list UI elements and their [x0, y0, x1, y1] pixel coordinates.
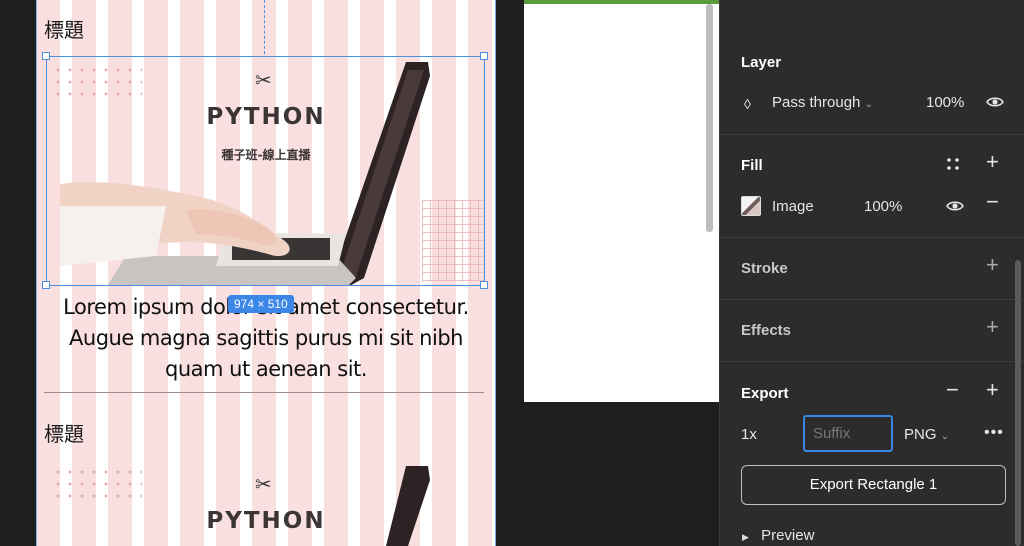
blend-mode-value: Pass through — [772, 94, 861, 111]
export-format-value: PNG — [904, 426, 937, 443]
preview-toggle[interactable]: ▶ Preview — [742, 527, 814, 544]
laptop-hands-photo — [60, 62, 430, 286]
laptop-photo — [386, 466, 430, 546]
fill-section: Fill + Image 100% − — [720, 135, 1024, 238]
layer-title: Layer — [741, 54, 782, 71]
remove-fill-minus-icon[interactable]: − — [986, 191, 999, 213]
properties-panel: Layer ◊ Pass through ⌄ 100% Fill + Image… — [719, 0, 1024, 546]
stroke-title: Stroke — [741, 260, 788, 277]
resize-handle-top-right[interactable] — [480, 52, 488, 60]
fill-opacity-input[interactable]: 100% — [864, 198, 902, 215]
frame-left-edge — [36, 0, 37, 546]
design-canvas[interactable]: 標題 ✂ PYTHON 種子班-線上直播 Lorem ipsum dolor a… — [0, 0, 719, 546]
layer-opacity-input[interactable]: 100% — [926, 94, 964, 111]
add-effect-plus-icon[interactable]: + — [986, 316, 999, 338]
panel-scrollbar[interactable] — [1015, 260, 1021, 546]
stroke-section: Stroke + — [720, 238, 1024, 300]
preview-label: Preview — [761, 527, 815, 544]
fill-title: Fill — [741, 157, 763, 174]
image-fill-thumbnail[interactable] — [741, 196, 761, 216]
resize-handle-bottom-left[interactable] — [42, 281, 50, 289]
spacing-guide — [264, 0, 265, 54]
export-format-select[interactable]: PNG ⌄ — [904, 426, 949, 443]
layer-section: Layer ◊ Pass through ⌄ 100% — [720, 0, 1024, 135]
body-text-line: Augue magna sagittis purus mi sit nibh — [69, 326, 463, 350]
export-suffix-input[interactable] — [803, 415, 893, 452]
blend-drop-icon: ◊ — [744, 96, 751, 112]
app-root: 標題 ✂ PYTHON 種子班-線上直播 Lorem ipsum dolor a… — [0, 0, 1024, 546]
secondary-frame[interactable] — [524, 0, 719, 402]
resize-handle-top-left[interactable] — [42, 52, 50, 60]
effects-title: Effects — [741, 322, 792, 339]
chevron-down-icon: ⌄ — [864, 99, 873, 110]
effects-section: Effects + — [720, 300, 1024, 362]
more-options-icon[interactable]: ••• — [984, 424, 1004, 442]
blend-mode-dropdown[interactable]: Pass through ⌄ — [772, 94, 873, 111]
remove-export-minus-icon[interactable]: − — [946, 379, 959, 401]
eye-icon[interactable] — [986, 94, 1004, 112]
chevron-down-icon: ⌄ — [940, 431, 950, 442]
export-title: Export — [741, 385, 789, 402]
section-title: 標題 — [44, 422, 84, 446]
python-banner-image[interactable]: ✂ PYTHON 種子班-線上直播 — [46, 56, 485, 286]
frame-scrollbar[interactable] — [706, 4, 713, 232]
body-text-line: quam ut aenean sit. — [165, 357, 367, 381]
export-scale-select[interactable]: 1x — [741, 426, 757, 443]
section-title: 標題 — [44, 18, 84, 42]
frame-accent-bar — [524, 0, 719, 4]
fill-type-label[interactable]: Image — [772, 198, 814, 215]
export-section: Export − + — [720, 362, 1024, 546]
python-banner-image[interactable]: ✂ PYTHON — [46, 460, 485, 546]
divider — [44, 392, 484, 393]
export-rectangle-button[interactable]: Export Rectangle 1 — [741, 465, 1006, 505]
caret-right-icon: ▶ — [742, 532, 749, 542]
grid-styles-icon[interactable] — [946, 157, 960, 175]
add-fill-plus-icon[interactable]: + — [986, 151, 999, 173]
add-stroke-plus-icon[interactable]: + — [986, 254, 999, 276]
frame-right-edge — [495, 0, 496, 546]
artboard-frame[interactable]: 標題 ✂ PYTHON 種子班-線上直播 Lorem ipsum dolor a… — [36, 0, 496, 546]
add-export-plus-icon[interactable]: + — [986, 379, 999, 401]
resize-handle-bottom-right[interactable] — [480, 281, 488, 289]
dimension-badge: 974 × 510 — [228, 295, 294, 313]
eye-icon[interactable] — [946, 198, 964, 216]
